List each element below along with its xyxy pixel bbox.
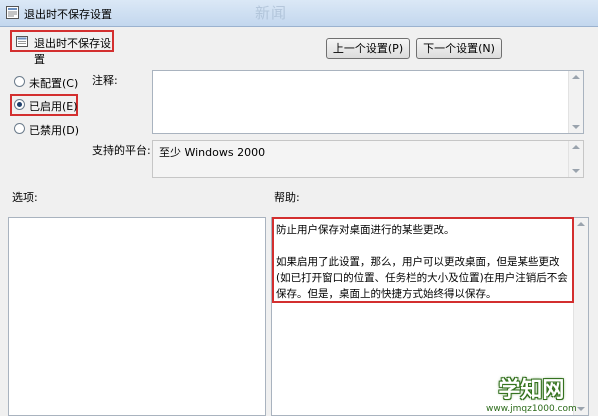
radio-button[interactable] [14,76,25,87]
watermark-logo: 学知网 [498,378,565,403]
comment-label: 注释: [92,74,118,87]
scroll-up-icon[interactable] [577,222,585,226]
platform-label: 支持的平台: [92,144,151,157]
radio-button[interactable] [14,123,25,134]
policy-icon [16,36,28,47]
scrollbar[interactable] [568,71,583,133]
radio-label: 已启用(E) [29,100,78,113]
window-title: 退出时不保存设置 [24,8,112,21]
next-setting-button[interactable]: 下一个设置(N) [416,38,502,59]
radio-label: 未配置(C) [29,77,79,90]
policy-name: 退出时不保存设置 [34,37,111,66]
scroll-down-icon[interactable] [572,125,580,129]
options-panel [8,217,266,416]
platform-value: 至少 Windows 2000 [159,146,266,159]
title-bar: 退出时不保存设置 新闻 [0,0,598,27]
radio-button[interactable] [14,99,25,110]
scroll-up-icon[interactable] [572,75,580,79]
previous-setting-button[interactable]: 上一个设置(P) [326,38,410,59]
watermark-url: www.jmqz1000.com [486,404,577,414]
comment-input[interactable] [152,70,584,134]
platform-field: 至少 Windows 2000 [152,140,584,178]
policy-header: 退出时不保存设置 [10,30,114,66]
scroll-up-icon[interactable] [572,145,580,149]
options-label: 选项: [12,191,38,204]
help-highlight [272,217,574,303]
watermark: 学知网 www.jmqz1000.com [486,372,577,414]
help-label: 帮助: [274,191,300,204]
radio-label: 已禁用(D) [29,124,80,137]
background-text: 新闻 [255,4,288,22]
scrollbar[interactable] [568,141,583,177]
policy-settings-icon [6,6,19,19]
scroll-down-icon[interactable] [572,169,580,173]
scroll-down-icon[interactable] [577,407,585,411]
